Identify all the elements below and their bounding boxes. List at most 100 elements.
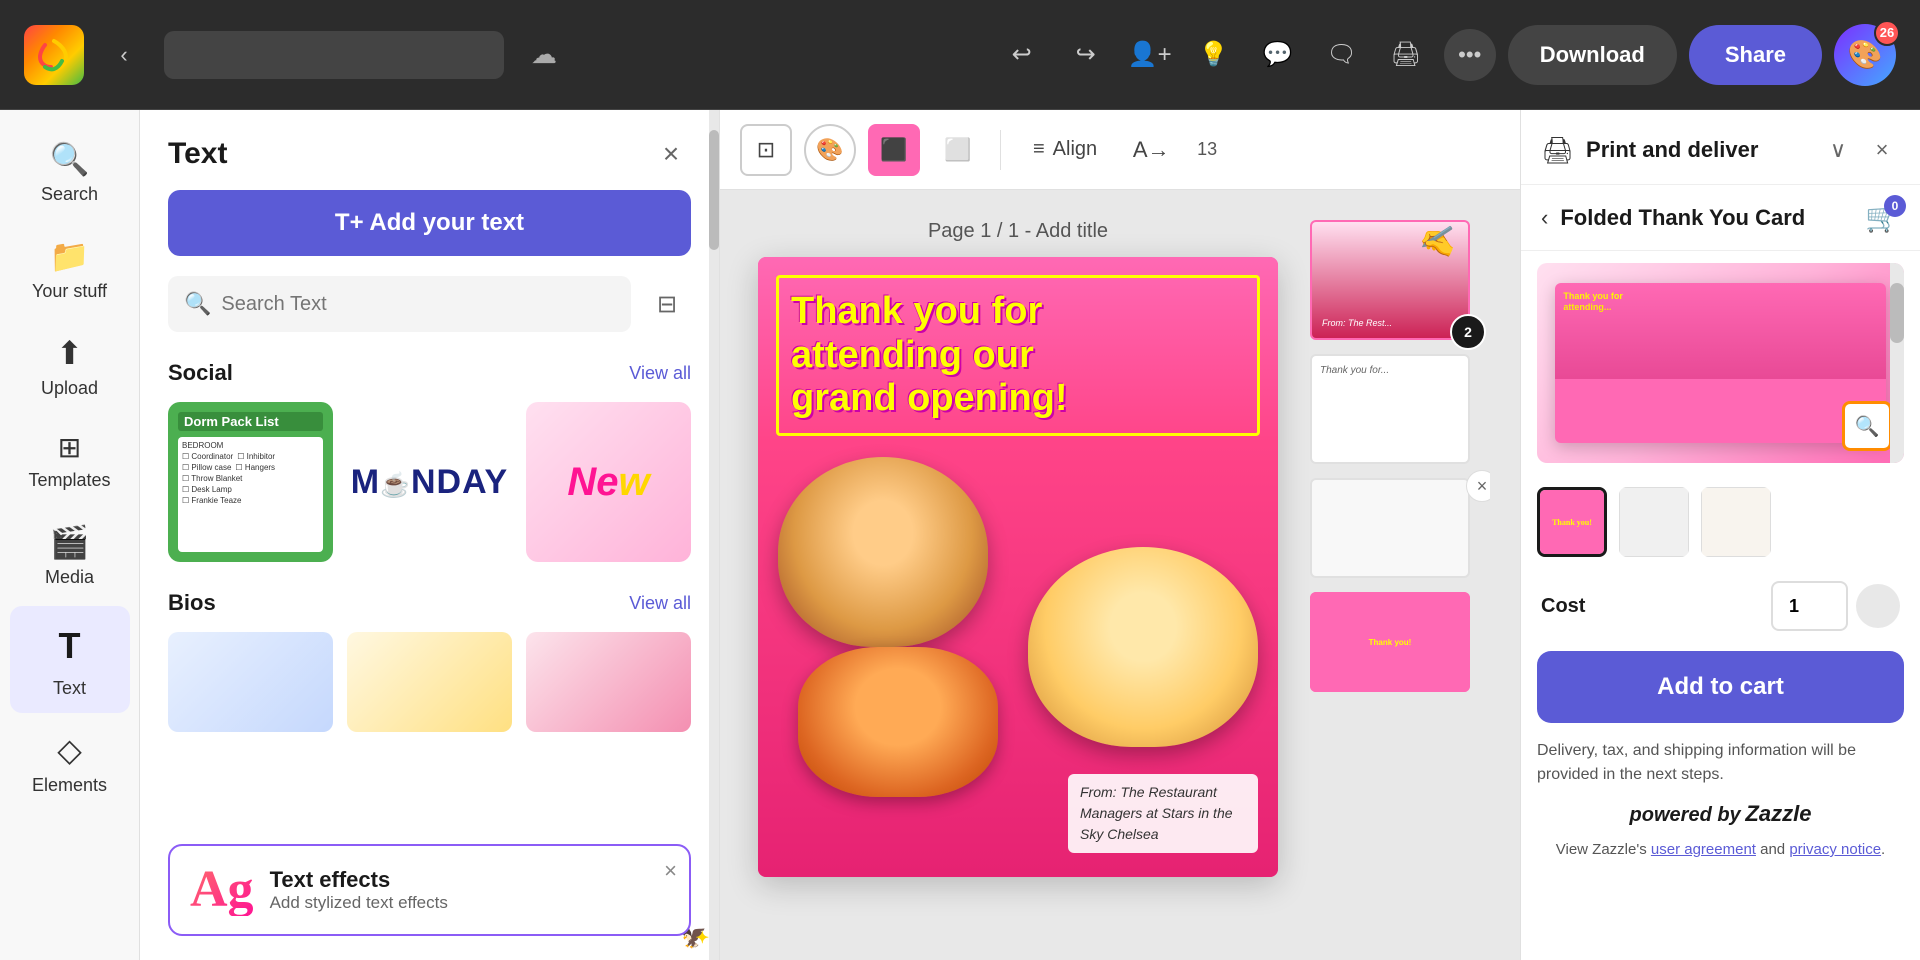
dorm-card-body: BEDROOM ☐ Coordinator☐ Inhibitor ☐ Pillo… <box>178 437 323 552</box>
share-button[interactable]: Share <box>1689 25 1822 85</box>
sidebar-item-your-stuff-label: Your stuff <box>32 281 107 302</box>
thumb-preview-1: ✍ From: The Rest... <box>1310 220 1470 340</box>
main-layout: 🔍 Search 📁 Your stuff ⬆ Upload ⊞ Templat… <box>0 110 1920 960</box>
sidebar-item-elements-label: Elements <box>32 775 107 796</box>
print-button[interactable]: 🖨 <box>1380 29 1432 81</box>
text-search-wrap: 🔍 <box>168 276 631 332</box>
sidebar-item-text[interactable]: T Text <box>10 606 130 713</box>
canvas-area: ⊡ 🎨 ⬛ ⬜ ≡ Align A→ 13 Page 1 / 1 - Add t… <box>720 110 1520 960</box>
thumb-preview-2: Thank you for... <box>1310 354 1470 464</box>
thumb-hand-icon: ✍ <box>1416 222 1463 262</box>
right-panel-header: 🖨 Print and deliver ∨ × <box>1521 110 1920 185</box>
lightbulb-button[interactable]: 💡 <box>1188 29 1240 81</box>
panel-scrollbar[interactable] <box>709 110 719 960</box>
sidebar-item-your-stuff[interactable]: 📁 Your stuff <box>10 223 130 316</box>
sidebar-item-elements[interactable]: ◇ Elements <box>10 717 130 810</box>
align-button[interactable]: ≡ Align <box>1017 130 1113 169</box>
thumbnail-strip: ✍ From: The Rest... 2 Thank you for... × <box>1310 220 1490 930</box>
bios-card-1[interactable] <box>168 632 333 732</box>
product-back-button[interactable]: ‹ <box>1541 205 1548 231</box>
color-picker-button[interactable]: 🎨 <box>804 124 856 176</box>
text-effects-close-button[interactable]: × <box>664 858 677 884</box>
monday-card-content: M☕NDAY <box>347 402 512 562</box>
text-effects-info: Text effects Add stylized text effects <box>270 867 448 913</box>
border-button[interactable]: ⬜ <box>932 124 984 176</box>
panel-close-button[interactable]: × <box>1864 132 1900 168</box>
panel-collapse-button[interactable]: ∨ <box>1820 132 1856 168</box>
thumb-item-2[interactable]: Thank you for... <box>1310 354 1490 464</box>
canvas-main: Page 1 / 1 - Add title Thank you for att… <box>720 190 1520 960</box>
user-avatar[interactable]: 🎨 26 <box>1834 24 1896 86</box>
thumb-close-button[interactable]: × <box>1466 470 1490 502</box>
cart-badge: 0 <box>1884 195 1906 217</box>
product-nav: ‹ Folded Thank You Card 🛒 0 <box>1521 185 1920 251</box>
text-panel-close-button[interactable]: × <box>651 134 691 174</box>
canvas-toolbar: ⊡ 🎨 ⬛ ⬜ ≡ Align A→ 13 <box>720 110 1520 190</box>
sidebar-item-media[interactable]: 🎬 Media <box>10 509 130 602</box>
comment-button[interactable]: 💬 <box>1252 29 1304 81</box>
variant-options: Thank you! <box>1521 475 1920 569</box>
thumb-item-3[interactable]: × <box>1310 478 1490 578</box>
nav-tools-group: ↩ ↪ 👤+ 💡 💬 🗨 🖨 ••• Download Share 🎨 26 <box>996 24 1896 86</box>
add-to-cart-button[interactable]: Add to cart <box>1537 651 1904 723</box>
sidebar-item-templates-label: Templates <box>28 470 110 491</box>
fill-color-button[interactable]: ⬛ <box>868 124 920 176</box>
sidebar-item-upload[interactable]: ⬆ Upload <box>10 320 130 413</box>
sidebar-item-upload-label: Upload <box>41 378 98 399</box>
thumb-item-1[interactable]: ✍ From: The Rest... 2 <box>1310 220 1490 340</box>
project-name-bar[interactable] <box>164 31 504 79</box>
social-template-grid: Dorm Pack List BEDROOM ☐ Coordinator☐ In… <box>168 402 691 562</box>
template-card-monday[interactable]: M☕NDAY 🦅 <box>347 402 512 562</box>
bios-section-header: Bios View all <box>168 590 691 616</box>
user-agreement-link[interactable]: user agreement <box>1651 841 1756 858</box>
translate-button[interactable]: A→ <box>1125 124 1177 176</box>
back-button[interactable]: ‹ <box>100 31 148 79</box>
bios-card-3[interactable] <box>526 632 691 732</box>
text-filter-button[interactable]: ⊟ <box>643 280 691 328</box>
variant-white-1-preview <box>1619 487 1689 557</box>
thumb-item-4[interactable]: Thank you! <box>1310 592 1490 692</box>
cart-icon-wrap[interactable]: 🛒 0 <box>1865 201 1900 234</box>
text-search-input[interactable] <box>221 293 615 316</box>
cloud-save-button[interactable]: ☁ <box>520 31 568 79</box>
thumb-preview-3 <box>1310 478 1470 578</box>
sidebar-item-templates[interactable]: ⊞ Templates <box>10 417 130 505</box>
download-button[interactable]: Download <box>1508 25 1677 85</box>
app-logo[interactable] <box>24 25 84 85</box>
add-collaborator-button[interactable]: 👤+ <box>1124 29 1176 81</box>
redo-button[interactable]: ↪ <box>1060 29 1112 81</box>
media-icon: 🎬 <box>50 523 90 561</box>
panel-scroll-thumb <box>709 130 719 250</box>
sidebar-item-search[interactable]: 🔍 Search <box>10 126 130 219</box>
bios-card-2[interactable] <box>347 632 512 732</box>
print-deliver-icon: 🖨 <box>1541 135 1574 166</box>
bios-template-grid <box>168 632 691 732</box>
right-panel-title: Print and deliver <box>1586 137 1758 163</box>
design-card[interactable]: Thank you for attending our grand openin… <box>758 257 1278 877</box>
quantity-select[interactable]: 1 2 5 10 25 50 <box>1771 581 1848 631</box>
page-label: Page 1 / 1 - Add title <box>928 220 1108 243</box>
preview-zoom-button[interactable]: 🔍 <box>1842 401 1892 451</box>
template-card-new[interactable]: New ✦ <box>526 402 691 562</box>
qty-disabled-indicator <box>1856 584 1900 628</box>
char-count: 13 <box>1189 139 1225 160</box>
undo-button[interactable]: ↩ <box>996 29 1048 81</box>
more-options-button[interactable]: ••• <box>1444 29 1496 81</box>
template-card-dorm[interactable]: Dorm Pack List BEDROOM ☐ Coordinator☐ In… <box>168 402 333 562</box>
thumb-text: From: The Rest... <box>1322 318 1392 328</box>
text-effects-ag-preview: Ag <box>190 864 254 916</box>
variant-white-2[interactable] <box>1701 487 1771 557</box>
preview-scrollbar[interactable] <box>1890 263 1904 463</box>
quantity-select-wrap: 1 2 5 10 25 50 <box>1771 581 1900 631</box>
search-icon: 🔍 <box>50 140 90 178</box>
privacy-notice-link[interactable]: privacy notice <box>1789 841 1881 858</box>
add-text-button[interactable]: T+ Add your text <box>168 190 691 256</box>
chat-button[interactable]: 🗨 <box>1316 29 1368 81</box>
social-view-all-link[interactable]: View all <box>629 363 691 384</box>
text-effects-banner[interactable]: × Ag Text effects Add stylized text effe… <box>168 844 691 936</box>
crop-button[interactable]: ⊡ <box>740 124 792 176</box>
bios-view-all-link[interactable]: View all <box>629 593 691 614</box>
variant-white-1[interactable] <box>1619 487 1689 557</box>
product-name: Folded Thank You Card <box>1560 205 1853 231</box>
variant-pink[interactable]: Thank you! <box>1537 487 1607 557</box>
